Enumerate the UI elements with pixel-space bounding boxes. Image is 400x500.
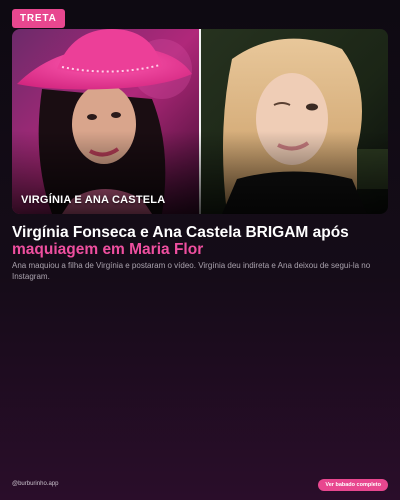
headline-accent: maquiagem em Maria Flor <box>12 241 204 258</box>
collage-image <box>12 29 388 214</box>
account-handle: @burburinho.app <box>12 481 59 487</box>
news-photo: VIRGÍNIA E ANA CASTELA <box>12 29 388 214</box>
category-badge: TRETA <box>12 9 65 28</box>
headline-main: Virgínia Fonseca e Ana Castela BRIGAM ap… <box>12 224 349 241</box>
read-more-button[interactable]: Ver babado completo <box>318 479 388 491</box>
summary-text: Ana maquiou a filha de Virgínia e postar… <box>12 261 371 281</box>
headline: Virgínia Fonseca e Ana Castela BRIGAM ap… <box>12 224 388 258</box>
photo-caption: VIRGÍNIA E ANA CASTELA <box>21 194 166 206</box>
